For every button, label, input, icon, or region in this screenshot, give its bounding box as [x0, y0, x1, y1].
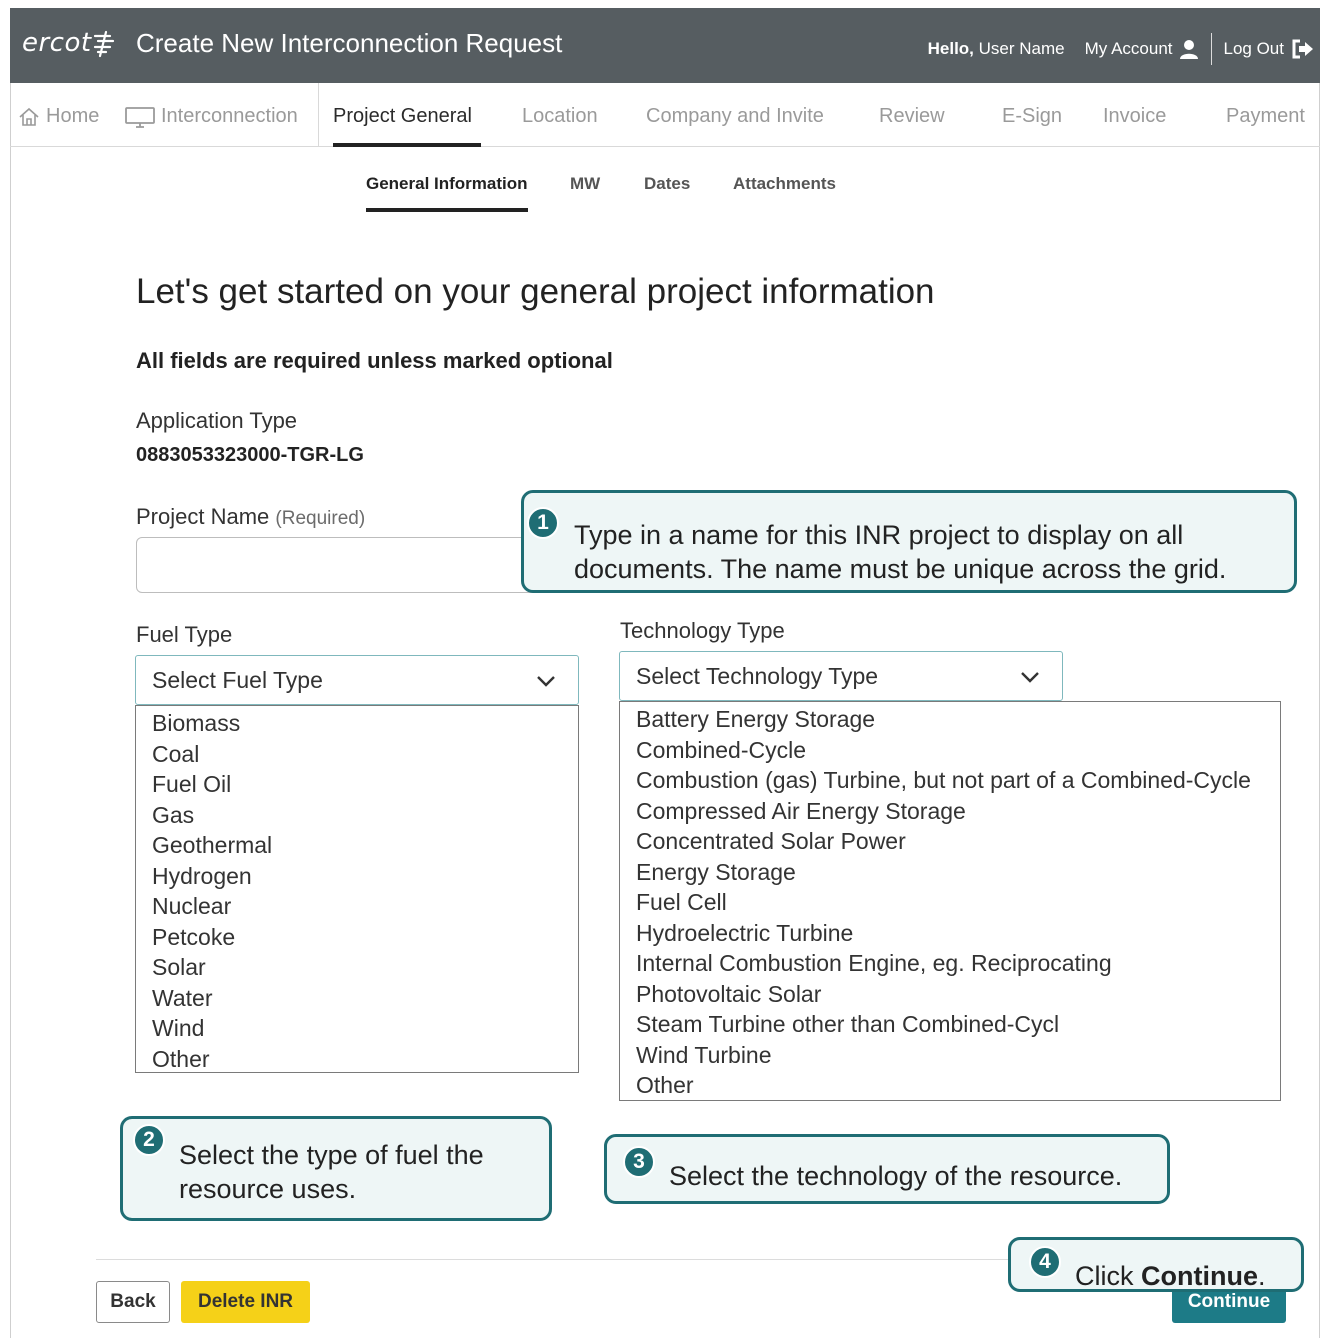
fuel-type-option[interactable]: Solar [136, 952, 578, 983]
fuel-type-label: Fuel Type [136, 622, 233, 647]
chevron-down-icon [1021, 672, 1039, 683]
technology-type-option[interactable]: Wind Turbine [620, 1040, 1280, 1071]
page-header-title: Create New Interconnection Request [136, 28, 563, 58]
callout-3-badge: 3 [623, 1146, 655, 1178]
technology-type-option[interactable]: Steam Turbine other than Combined-Cycl [620, 1009, 1280, 1040]
delete-inr-button[interactable]: Delete INR [181, 1281, 310, 1323]
nav-interconnection[interactable]: Interconnection [124, 105, 298, 128]
user-name: User Name [978, 39, 1065, 58]
callout-4-prefix: Click [1075, 1261, 1141, 1291]
lightning-bolt-icon [93, 30, 115, 58]
top-navigation: Home Interconnection Project General Loc… [10, 83, 1320, 147]
technology-type-option[interactable]: Energy Storage [620, 857, 1280, 888]
required-note: All fields are required unless marked op… [136, 348, 613, 373]
fuel-type-option[interactable]: Geothermal [136, 830, 578, 861]
technology-type-option[interactable]: Other [620, 1070, 1280, 1101]
nav-home[interactable]: Home [18, 105, 99, 128]
subtab-mw[interactable]: MW [570, 174, 600, 194]
tab-esign[interactable]: E-Sign [1002, 105, 1062, 128]
fuel-type-option[interactable]: Nuclear [136, 891, 578, 922]
technology-type-option[interactable]: Internal Combustion Engine, eg. Reciproc… [620, 948, 1280, 979]
tab-invoice[interactable]: Invoice [1103, 105, 1166, 128]
subtab-general-information[interactable]: General Information [366, 174, 528, 194]
application-type-label: Application Type [136, 408, 298, 433]
header-user-area: Hello, User Name My Account Log Out [928, 33, 1314, 65]
fuel-type-option[interactable]: Hydrogen [136, 861, 578, 892]
application-type-value: 0883053323000-TGR-LG [136, 444, 364, 466]
project-name-label: Project Name (Required) [136, 504, 365, 530]
chevron-down-icon [537, 676, 555, 687]
tab-company-and-invite[interactable]: Company and Invite [646, 105, 824, 128]
active-tab-indicator [333, 143, 481, 147]
callout-3: Select the technology of the resource. [604, 1134, 1170, 1204]
technology-type-label: Technology Type [620, 618, 785, 643]
fuel-type-placeholder: Select Fuel Type [152, 666, 323, 693]
technology-type-option[interactable]: Combined-Cycle [620, 735, 1280, 766]
technology-type-select[interactable]: Select Technology Type [619, 651, 1063, 701]
required-suffix: (Required) [275, 508, 366, 529]
technology-type-placeholder: Select Technology Type [636, 662, 879, 689]
fuel-type-option[interactable]: Coal [136, 739, 578, 770]
technology-type-option[interactable]: Compressed Air Energy Storage [620, 796, 1280, 827]
app-header: ercot Create New Interconnection Request… [10, 8, 1320, 83]
callout-2: Select the type of fuel the resource use… [120, 1116, 552, 1221]
active-subtab-indicator [366, 208, 528, 212]
tab-project-general[interactable]: Project General [333, 105, 472, 128]
tab-payment[interactable]: Payment [1226, 105, 1305, 128]
fuel-type-option[interactable]: Biomass [136, 708, 578, 739]
nav-interconnection-label: Interconnection [161, 105, 298, 127]
header-divider [1210, 33, 1212, 65]
fuel-type-option[interactable]: Wind [136, 1013, 578, 1044]
callout-4-badge: 4 [1029, 1246, 1061, 1278]
technology-type-option[interactable]: Fuel Cell [620, 887, 1280, 918]
callout-2-badge: 2 [133, 1124, 165, 1156]
fuel-type-option[interactable]: Fuel Oil [136, 769, 578, 800]
user-icon [1179, 40, 1198, 59]
technology-type-option[interactable]: Combustion (gas) Turbine, but not part o… [620, 765, 1280, 796]
greeting-hello: Hello, [927, 39, 974, 58]
nav-home-label: Home [46, 105, 100, 127]
my-account-label: My Account [1084, 39, 1173, 58]
log-out-link[interactable]: Log Out [1224, 39, 1315, 59]
callout-4-bold: Continue [1141, 1261, 1258, 1291]
nav-divider [318, 83, 319, 147]
home-icon [19, 107, 39, 126]
log-out-label: Log Out [1223, 39, 1285, 58]
project-name-input[interactable] [136, 537, 556, 593]
technology-type-option[interactable]: Photovoltaic Solar [620, 979, 1280, 1010]
greeting: Hello, User Name [928, 39, 1065, 59]
fuel-type-option[interactable]: Petcoke [136, 922, 578, 953]
technology-type-option[interactable]: Battery Energy Storage [620, 704, 1280, 735]
callout-3-text: Select the technology of the resource. [669, 1161, 1123, 1191]
my-account-link[interactable]: My Account [1085, 39, 1199, 59]
callout-4-suffix: . [1257, 1261, 1266, 1291]
fuel-type-option[interactable]: Gas [136, 800, 578, 831]
callout-1: Type in a name for this INR project to d… [521, 490, 1297, 593]
subtab-dates[interactable]: Dates [644, 174, 690, 194]
logout-icon [1292, 39, 1313, 59]
fuel-type-options-list: Biomass Coal Fuel Oil Gas Geothermal Hydrogen… [135, 705, 579, 1073]
tab-location[interactable]: Location [522, 105, 598, 128]
fuel-type-option[interactable]: Water [136, 983, 578, 1014]
callout-2-text: Select the type of fuel the resource use… [179, 1140, 484, 1204]
technology-type-option[interactable]: Concentrated Solar Power [620, 826, 1280, 857]
technology-type-options-list: Battery Energy Storage Combined-Cycle Comb… [619, 701, 1281, 1101]
subtab-attachments[interactable]: Attachments [733, 174, 836, 194]
fuel-type-option[interactable]: Other [136, 1044, 578, 1075]
technology-type-option[interactable]: Hydroelectric Turbine [620, 918, 1280, 949]
ercot-logo[interactable]: ercot [22, 28, 92, 58]
tab-review[interactable]: Review [879, 105, 945, 128]
fuel-type-select[interactable]: Select Fuel Type [135, 655, 579, 705]
callout-1-badge: 1 [527, 507, 559, 539]
page-title: Let's get started on your general projec… [136, 272, 935, 311]
back-button[interactable]: Back [96, 1281, 170, 1323]
monitor-icon [125, 106, 155, 128]
project-name-label-text: Project Name [136, 504, 270, 529]
callout-1-text: Type in a name for this INR project to d… [574, 520, 1227, 584]
